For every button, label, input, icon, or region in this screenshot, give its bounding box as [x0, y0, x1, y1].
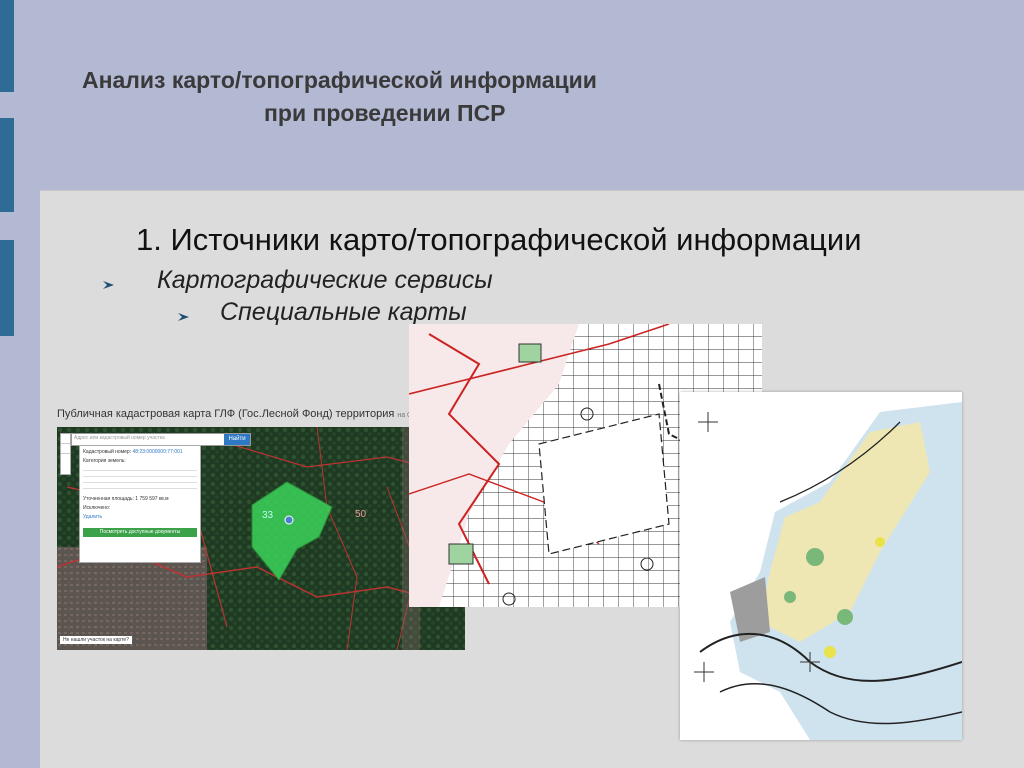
- search-button[interactable]: Найти: [224, 434, 250, 445]
- parcel-number-33: 33: [262, 510, 274, 521]
- left-accent-bar-2: [0, 118, 14, 212]
- orienteering-map-image: [694, 402, 962, 740]
- orienteering-map: [680, 392, 962, 740]
- cadastral-map-title: Публичная кадастровая карта ГЛФ (Гос.Лес…: [57, 408, 395, 420]
- crosshair-icon: [694, 662, 714, 682]
- delete-link[interactable]: Удалить: [83, 514, 197, 520]
- cadastral-map-caption: Публичная кадастровая карта ГЛФ (Гос.Лес…: [57, 408, 457, 426]
- print-icon[interactable]: [61, 454, 70, 463]
- section-heading: 1. Источники карто/топографической инфор…: [136, 222, 862, 257]
- crosshair-icon: [698, 412, 718, 432]
- slide-title-line-2: при проведении ПСР: [264, 100, 506, 126]
- bullet-cartographic-services: Картографические сервисы: [157, 266, 493, 294]
- view-documents-button[interactable]: Посмотреть доступные документы: [83, 528, 197, 537]
- left-accent-bar-1: [0, 0, 14, 92]
- search-input[interactable]: Адрес или кадастровый номер участка: [74, 435, 165, 441]
- cadastral-number-link[interactable]: 48:23:0000000:77:001: [133, 449, 183, 455]
- bullet-special-maps: Специальные карты: [220, 298, 467, 326]
- info-lines: [83, 466, 197, 492]
- parcel-number-50: 50: [355, 509, 367, 520]
- info-area: Уточненная площадь: 1 759 597 кв.м: [83, 496, 169, 502]
- parcel-info-card: Кадастровый номер: 48:23:0000000:77:001 …: [79, 445, 201, 563]
- ruler-icon[interactable]: [61, 444, 70, 454]
- map-marker-icon[interactable]: [284, 515, 294, 525]
- info-owner: Исключено:: [83, 505, 111, 511]
- feedback-link[interactable]: Не нашли участок на карте?: [60, 636, 132, 644]
- cadastral-map-image: 33 50 Адрес или кадастровый номер участк…: [57, 427, 465, 650]
- bullet-arrow-icon: [103, 281, 114, 289]
- left-accent-bar-3: [0, 240, 14, 336]
- info-title: Кадастровый номер: 48:23:0000000:77:001: [83, 449, 183, 455]
- bullet-arrow-icon: [178, 313, 189, 321]
- slide-title-line-1: Анализ карто/топографической информации: [82, 67, 597, 93]
- info-category: Категория земель:: [83, 458, 126, 464]
- layers-icon[interactable]: [61, 434, 70, 444]
- slide-title: Анализ карто/топографической информации …: [82, 64, 802, 130]
- map-side-tools: [60, 433, 71, 475]
